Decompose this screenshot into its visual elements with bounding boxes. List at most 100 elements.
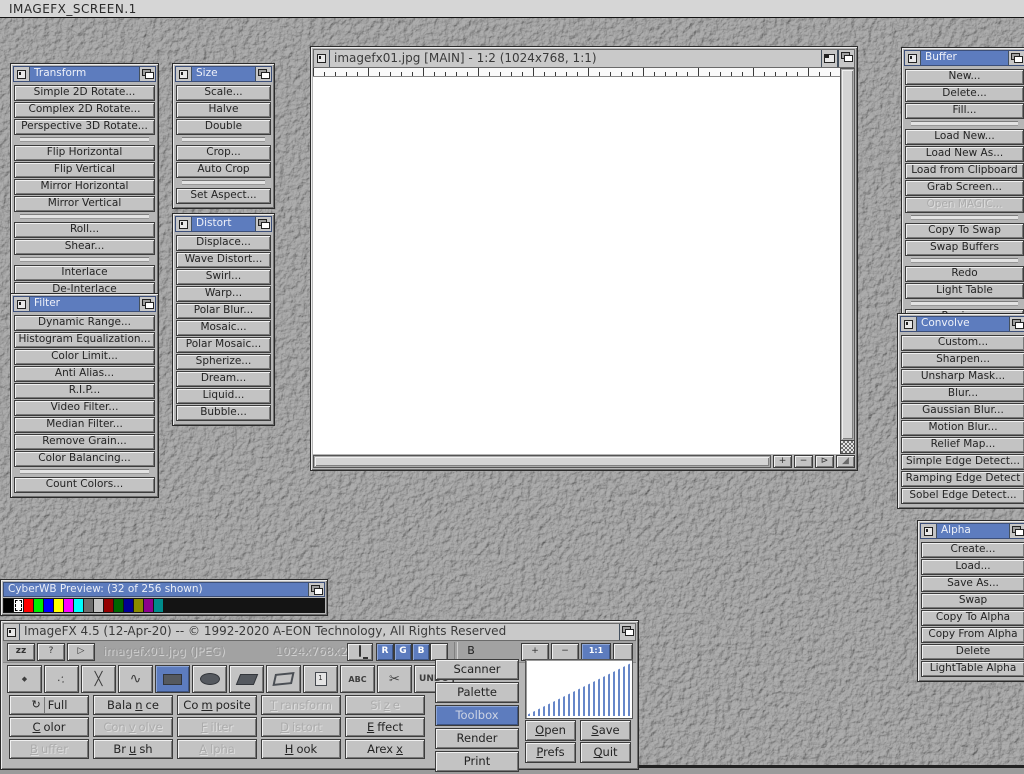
prefs-button[interactable]: Prefs (525, 742, 576, 763)
menu-button[interactable]: Redo (905, 266, 1024, 282)
green-channel-button[interactable]: G (394, 643, 412, 661)
close-icon[interactable] (314, 50, 330, 67)
menu-button[interactable]: Flip Vertical (14, 162, 155, 178)
ellipse-tool[interactable] (192, 665, 227, 693)
menu-button[interactable]: Sharpen... (901, 352, 1024, 368)
save-button[interactable]: Save (580, 720, 631, 741)
help-button[interactable]: ? (37, 643, 65, 661)
menu-button[interactable]: Unsharp Mask... (901, 369, 1024, 385)
menu-button[interactable]: Complex 2D Rotate... (14, 102, 155, 118)
close-icon[interactable] (905, 51, 921, 65)
run-button[interactable]: ▷ (67, 643, 95, 661)
menu-button[interactable]: Light Table (905, 283, 1024, 299)
image-window-titlebar[interactable]: imagefx01.jpg [MAIN] - 1:2 (1024x768, 1:… (313, 49, 855, 68)
line-tool[interactable]: ╳ (81, 665, 116, 693)
close-icon[interactable] (14, 67, 30, 81)
menu-button[interactable]: Swap Buffers (905, 240, 1024, 256)
menu-button[interactable]: LightTable Alpha (921, 661, 1024, 677)
size-titlebar[interactable]: Size (175, 66, 272, 82)
depth-icon[interactable] (139, 67, 155, 81)
depth-icon[interactable] (838, 50, 854, 67)
menu-button[interactable]: Grab Screen... (905, 180, 1024, 196)
menu-button[interactable]: Relief Map... (901, 437, 1024, 453)
blue-channel-button[interactable]: B (412, 643, 430, 661)
zoom-out-button[interactable]: − (794, 455, 813, 468)
menu-button[interactable]: R.I.P... (14, 383, 155, 399)
menu-button[interactable]: Gaussian Blur... (901, 403, 1024, 419)
color-swatch[interactable] (154, 599, 163, 612)
close-icon[interactable] (4, 624, 20, 640)
menu-button[interactable]: Spherize... (176, 354, 271, 370)
depth-icon[interactable] (255, 67, 271, 81)
menu-button[interactable]: Dream... (176, 371, 271, 387)
close-icon[interactable] (14, 297, 30, 311)
color-button[interactable]: Color (9, 717, 89, 737)
menu-button[interactable]: Load from Clipboard (905, 163, 1024, 179)
brush-button[interactable]: Brush (93, 739, 173, 759)
menu-button[interactable]: Swap (921, 593, 1024, 609)
menu-button[interactable]: Swirl... (176, 269, 271, 285)
color-swatch[interactable] (284, 599, 293, 612)
gradient-preview[interactable] (525, 659, 633, 719)
monitor-button[interactable] (347, 643, 373, 661)
depth-icon[interactable] (619, 624, 635, 640)
menu-button[interactable]: Flip Horizontal (14, 145, 155, 161)
filter-titlebar[interactable]: Filter (13, 296, 156, 312)
close-icon[interactable] (176, 217, 192, 231)
close-icon[interactable] (921, 524, 937, 538)
print-button[interactable]: Print (435, 751, 519, 772)
menu-button[interactable]: Fill... (905, 103, 1024, 119)
menu-button[interactable]: Custom... (901, 335, 1024, 351)
menu-button[interactable]: Color Limit... (14, 349, 155, 365)
curve-tool[interactable]: ∿ (118, 665, 153, 693)
color-swatch[interactable] (214, 599, 223, 612)
menu-button[interactable]: Median Filter... (14, 417, 155, 433)
menu-button[interactable]: Histogram Equalization... (14, 332, 155, 348)
ramp-button[interactable]: ◢ (836, 455, 855, 468)
buffer-titlebar[interactable]: Buffer (904, 50, 1024, 66)
menu-button[interactable]: Double (176, 119, 271, 135)
palette-swatches[interactable] (3, 598, 325, 613)
color-swatch[interactable] (314, 599, 323, 612)
menu-button[interactable]: Dynamic Range... (14, 315, 155, 331)
menu-button[interactable]: Mirror Horizontal (14, 179, 155, 195)
palette-titlebar[interactable]: CyberWB Preview: (32 of 256 shown) (3, 582, 325, 597)
menu-button[interactable]: Warp... (176, 286, 271, 302)
color-swatch[interactable] (34, 599, 43, 612)
depth-icon[interactable] (308, 583, 324, 596)
color-swatch[interactable] (54, 599, 63, 612)
menu-button[interactable]: Load New As... (905, 146, 1024, 162)
menu-button[interactable]: Create... (921, 542, 1024, 558)
menu-button[interactable]: Perspective 3D Rotate... (14, 119, 155, 135)
menu-button[interactable]: Simple 2D Rotate... (14, 85, 155, 101)
color-swatch[interactable] (184, 599, 193, 612)
menu-button[interactable]: Sobel Edge Detect... (901, 488, 1024, 504)
depth-icon[interactable] (1008, 51, 1024, 65)
menu-button[interactable]: Video Filter... (14, 400, 155, 416)
arexx-button[interactable]: Arexx (345, 739, 425, 759)
alpha-titlebar[interactable]: Alpha (920, 523, 1024, 539)
depth-icon[interactable] (255, 217, 271, 231)
menu-button[interactable]: Bubble... (176, 405, 271, 421)
color-swatch[interactable] (44, 599, 53, 612)
distort-titlebar[interactable]: Distort (175, 216, 272, 232)
menu-button[interactable]: Count Colors... (14, 477, 155, 493)
open-button[interactable]: Open (525, 720, 576, 741)
menu-button[interactable]: Delete (921, 644, 1024, 660)
color-swatch[interactable] (264, 599, 273, 612)
menu-button[interactable]: Anti Alias... (14, 366, 155, 382)
menu-button[interactable]: Wave Distort... (176, 252, 271, 268)
hook-button[interactable]: Hook (261, 739, 341, 759)
color-swatch[interactable] (134, 599, 143, 612)
zoom-gadget-icon[interactable] (821, 50, 838, 67)
depth-icon[interactable] (1009, 524, 1024, 538)
pan-button[interactable]: ⊳ (815, 455, 834, 468)
color-swatch[interactable] (124, 599, 133, 612)
sleep-button[interactable]: zz (7, 643, 35, 661)
menu-button[interactable]: Motion Blur... (901, 420, 1024, 436)
color-swatch[interactable] (194, 599, 203, 612)
color-swatch[interactable] (14, 599, 23, 612)
menu-button[interactable]: Polar Blur... (176, 303, 271, 319)
menu-button[interactable]: Remove Grain... (14, 434, 155, 450)
freehand-tool[interactable] (266, 665, 301, 693)
